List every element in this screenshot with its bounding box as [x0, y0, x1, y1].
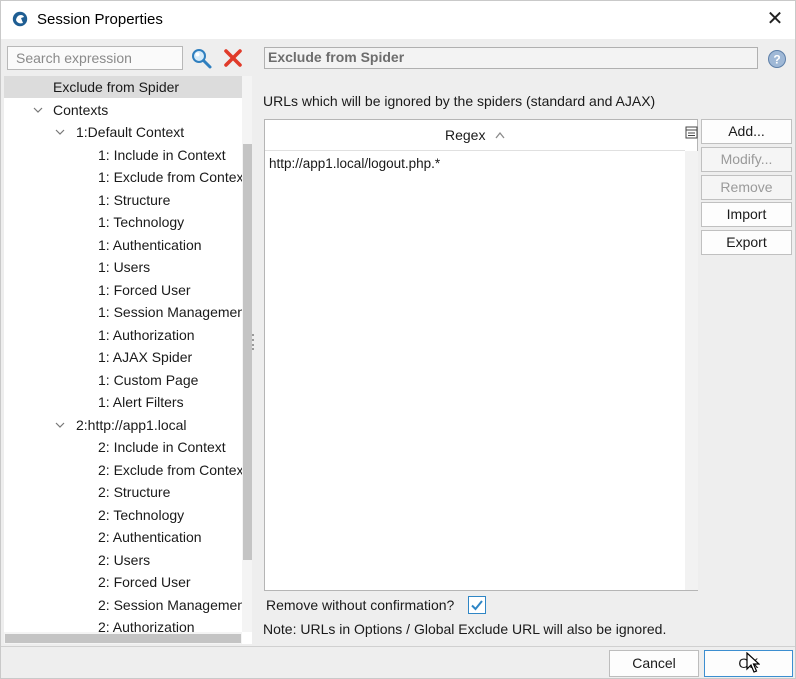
tree-item[interactable]: 1: Exclude from Context [4, 166, 247, 188]
help-icon[interactable]: ? [767, 49, 787, 69]
zap-logo-icon [12, 11, 28, 27]
tree-item-label: 1: Structure [98, 191, 171, 208]
search-input[interactable] [7, 46, 183, 70]
search-icon[interactable] [189, 46, 213, 70]
tree-item[interactable]: 1: Authorization [4, 324, 242, 346]
checkmark-icon [471, 600, 483, 611]
remove-confirmation-checkbox[interactable] [468, 596, 486, 614]
cancel-button[interactable]: Cancel [609, 650, 699, 677]
tree-item-label: 1: AJAX Spider [98, 349, 193, 365]
tree-item[interactable]: 1: Alert Filters [4, 391, 242, 413]
table-row[interactable]: http://app1.local/logout.php.* [269, 156, 440, 171]
tree-item[interactable]: 2: Technology [4, 504, 242, 526]
tree-item-label: 2:http://app1.local [76, 416, 187, 433]
import-button[interactable]: Import [701, 202, 792, 227]
tree-item[interactable]: 1: Users [4, 256, 242, 278]
tree-item-label: 1: Include in Context [98, 146, 226, 163]
tree-item-label: 1: Authentication [98, 236, 202, 253]
tree-item[interactable]: 2: Session Management [4, 594, 249, 616]
tree-item-label: 2: Include in Context [98, 439, 226, 455]
tree-item-label: 2: Exclude from Context [98, 461, 248, 478]
tree-item[interactable]: 2: Exclude from Context [4, 459, 247, 481]
remove-button[interactable]: Remove [701, 175, 792, 200]
tree-item-label: 1: Forced User [98, 281, 191, 298]
tree-item[interactable]: 1: Technology [4, 211, 242, 233]
tree-vertical-scrollbar[interactable] [242, 76, 252, 632]
window-title: Session Properties [37, 11, 163, 28]
remove-confirmation-label: Remove without confirmation? [266, 597, 455, 613]
svg-text:?: ? [773, 53, 780, 67]
tree-item-label: 2: Technology [98, 506, 185, 523]
tree-item-label: 1: Authorization [98, 326, 195, 343]
tree-item-label: 1: Custom Page [98, 371, 199, 388]
global-exclude-note: Note: URLs in Options / Global Exclude U… [263, 621, 667, 637]
session-properties-dialog: Session Properties ✕ Exclude from Spider… [0, 0, 796, 679]
column-chooser-icon[interactable] [685, 126, 698, 140]
export-button[interactable]: Export [701, 230, 792, 255]
regex-table: Regex http://app1.local/logout.php.* [264, 119, 698, 591]
clear-search-icon[interactable] [222, 47, 244, 69]
tree-item[interactable]: 2: Forced User [4, 571, 242, 593]
tree-item-label: 2: Session Management [98, 596, 249, 613]
chevron-down-icon[interactable] [32, 99, 44, 121]
tree-item[interactable]: 2: Authentication [4, 526, 242, 548]
tree-horizontal-scroll-thumb[interactable] [5, 634, 241, 643]
tree-item[interactable]: 2: Include in Context [4, 436, 242, 458]
context-tree: Exclude from Spider Contexts 1:Default Con… [4, 76, 252, 644]
chevron-down-icon[interactable] [54, 121, 66, 143]
tree-item-label: 1: Exclude from Context [98, 169, 248, 185]
table-vertical-scrollbar[interactable] [685, 151, 698, 590]
title-bar: Session Properties ✕ [1, 1, 795, 39]
add-button[interactable]: Add... [701, 119, 792, 144]
modify-button[interactable]: Modify... [701, 147, 792, 172]
sort-ascending-icon [495, 131, 505, 139]
tree-vertical-scroll-thumb[interactable] [243, 144, 252, 560]
tree-item[interactable]: 2:http://app1.local [4, 414, 242, 436]
tree-item-label: 2: Authentication [98, 529, 202, 545]
regex-column-header[interactable]: Regex [265, 120, 685, 151]
tree-item-label: Exclude from Spider [53, 79, 180, 95]
tree-item[interactable]: Contexts [4, 99, 242, 121]
footer-divider [1, 646, 795, 647]
chevron-down-icon[interactable] [54, 414, 66, 436]
tree-item-label: 1: Technology [98, 214, 185, 230]
tree-item[interactable]: 1: Session Management [4, 301, 249, 323]
tree-horizontal-scrollbar[interactable] [4, 632, 242, 644]
tree-item[interactable]: 2: Users [4, 549, 242, 571]
tree-item[interactable]: 1: Custom Page [4, 369, 242, 391]
close-button[interactable]: ✕ [763, 7, 787, 31]
tree-item-label: 1: Session Management [98, 304, 249, 320]
tree-item-label: 1: Alert Filters [98, 394, 184, 410]
tree-item[interactable]: 1: Structure [4, 189, 242, 211]
mouse-cursor-icon [746, 652, 760, 673]
column-header-label: Regex [445, 127, 486, 143]
tree-item[interactable]: 1: Authentication [4, 234, 242, 256]
tree-item-label: 2: Structure [98, 484, 171, 500]
tree-item[interactable]: 1: AJAX Spider [4, 346, 242, 368]
panel-title: Exclude from Spider [264, 47, 758, 69]
tree-item[interactable]: 1: Forced User [4, 279, 242, 301]
tree-item-label: 1: Users [98, 259, 151, 275]
splitter-handle[interactable] [251, 333, 255, 351]
tree-item-label: 2: Forced User [98, 574, 191, 590]
tree-item[interactable]: 1:Default Context [4, 121, 242, 143]
panel-description: URLs which will be ignored by the spider… [263, 93, 656, 109]
tree-item-label: 1:Default Context [76, 124, 185, 140]
tree-item[interactable]: Exclude from Spider [4, 76, 242, 98]
tree-item[interactable]: 1: Include in Context [4, 144, 242, 166]
tree-item-label: 2: Users [98, 551, 151, 568]
tree-item-label: Contexts [53, 101, 109, 118]
tree-item[interactable]: 2: Structure [4, 481, 242, 503]
